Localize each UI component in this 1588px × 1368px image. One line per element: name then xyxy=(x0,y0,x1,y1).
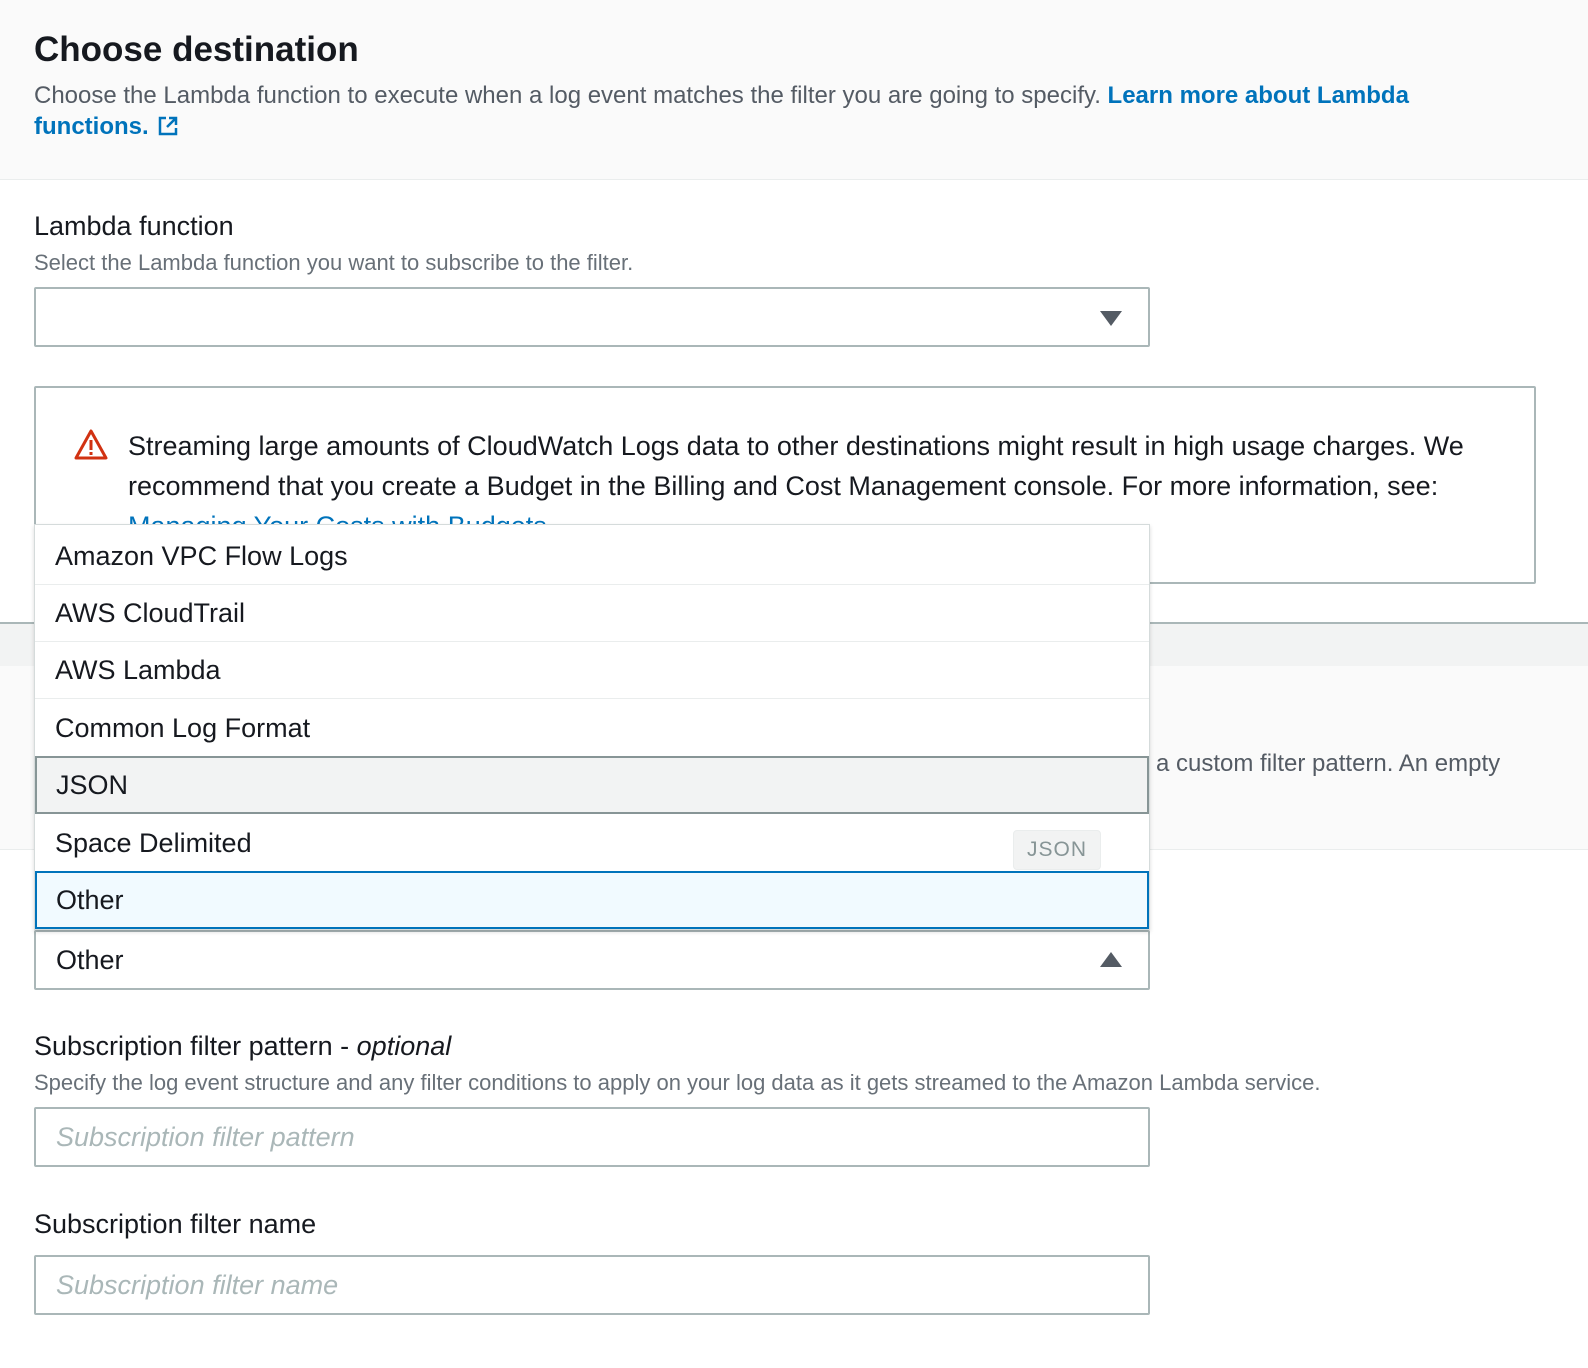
option-other[interactable]: Other xyxy=(35,871,1149,929)
page-description: Choose the Lambda function to execute wh… xyxy=(34,80,1514,142)
description-text: Choose the Lambda function to execute wh… xyxy=(34,82,1101,109)
option-cloudtrail[interactable]: AWS CloudTrail xyxy=(35,584,1149,642)
lambda-function-description: Select the Lambda function you want to s… xyxy=(34,250,634,275)
option-lambda[interactable]: AWS Lambda xyxy=(35,641,1149,699)
lambda-function-label: Lambda function xyxy=(34,211,234,241)
caret-down-icon xyxy=(1100,311,1122,326)
filter-pattern-label: Subscription filter pattern - optional xyxy=(34,1031,451,1062)
option-common-log-format[interactable]: Common Log Format xyxy=(35,699,1149,757)
log-format-dropdown: Amazon VPC Flow Logs AWS CloudTrail AWS … xyxy=(34,524,1150,930)
option-space-delimited[interactable]: Space Delimited xyxy=(35,814,1149,872)
filter-pattern-label-text: Subscription filter pattern - xyxy=(34,1031,357,1061)
filter-name-input[interactable] xyxy=(34,1255,1150,1315)
log-format-select[interactable]: Other xyxy=(34,930,1150,990)
external-link-icon[interactable] xyxy=(157,115,179,137)
lambda-function-select[interactable] xyxy=(34,287,1150,347)
filter-pattern-description: Specify the log event structure and any … xyxy=(34,1070,1321,1095)
log-format-partial-description: a custom filter pattern. An empty xyxy=(1156,750,1501,777)
page-title: Choose destination xyxy=(34,30,359,69)
hover-tooltip-tag: JSON xyxy=(1013,830,1101,870)
optional-label: optional xyxy=(356,1031,452,1061)
alert-text: Streaming large amounts of CloudWatch Lo… xyxy=(128,431,1464,501)
filter-name-label: Subscription filter name xyxy=(34,1209,317,1239)
filter-pattern-input[interactable] xyxy=(34,1107,1150,1167)
header-section: Choose destination Choose the Lambda fun… xyxy=(0,0,1588,180)
caret-up-icon xyxy=(1100,952,1122,967)
option-vpc-flow-logs[interactable]: Amazon VPC Flow Logs xyxy=(35,527,1149,585)
log-format-value: Other xyxy=(56,945,124,975)
option-json[interactable]: JSON xyxy=(35,756,1149,814)
warning-icon xyxy=(74,429,108,460)
